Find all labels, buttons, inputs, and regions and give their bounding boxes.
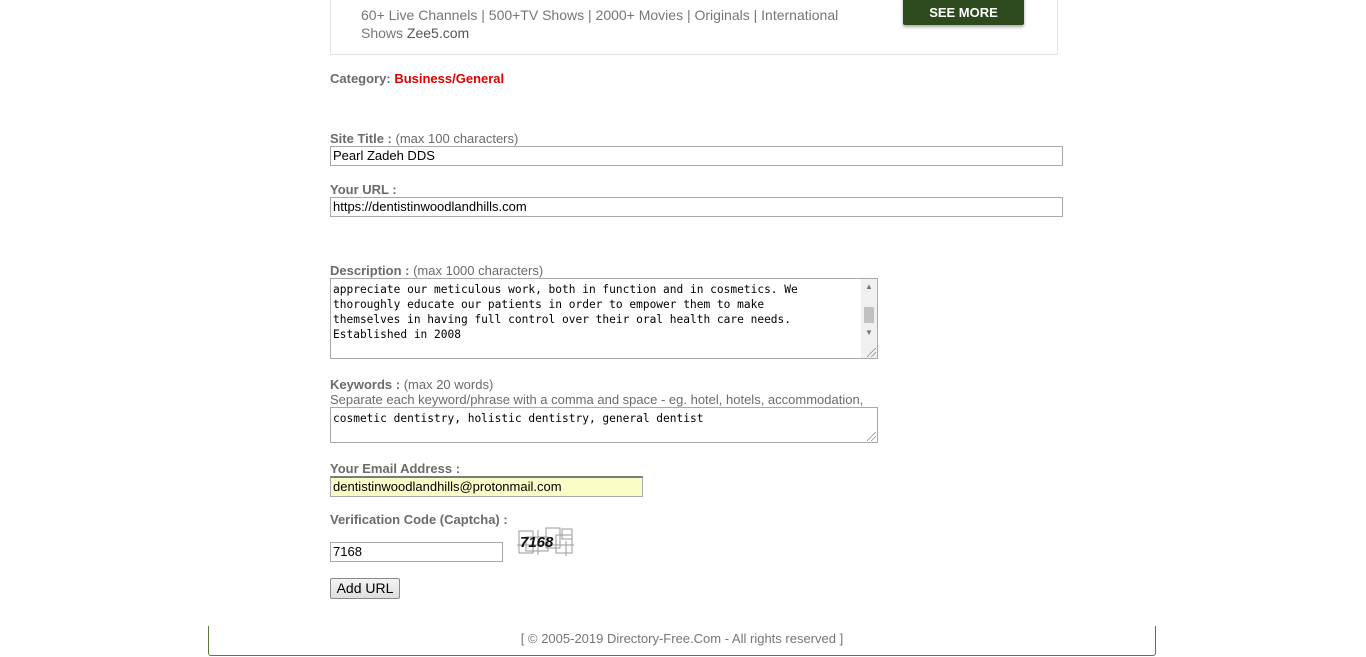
description-label-row: Description : (max 1000 characters) <box>330 263 543 278</box>
ad-description: 60+ Live Channels | 500+TV Shows | 2000+… <box>361 6 861 42</box>
description-hint: (max 1000 characters) <box>413 263 544 278</box>
email-label-row: Your Email Address : <box>330 461 460 476</box>
resize-grip-icon[interactable] <box>867 348 876 357</box>
description-label: Description : <box>330 263 410 278</box>
scroll-thumb[interactable] <box>864 307 874 323</box>
captcha-image: 7168 <box>516 527 576 557</box>
url-label: Your URL : <box>330 182 397 197</box>
page: 60+ Live Channels | 500+TV Shows | 2000+… <box>0 0 1366 657</box>
captcha-code-text: 7168 <box>520 534 554 551</box>
keywords-note: Separate each keyword/phrase with a comm… <box>330 392 864 407</box>
site-title-label: Site Title : <box>330 131 392 146</box>
see-more-button[interactable]: SEE MORE <box>903 0 1024 25</box>
category-row: Category: Business/General <box>330 71 504 86</box>
keywords-textarea[interactable]: cosmetic dentistry, holistic dentistry, … <box>330 407 878 443</box>
ad-domain: Zee5.com <box>406 25 470 41</box>
category-value: Business/General <box>394 71 505 86</box>
captcha-label-row: Verification Code (Captcha) : <box>330 512 508 527</box>
description-line: themselves in having full control over t… <box>333 313 792 326</box>
keywords-label: Keywords : <box>330 377 401 392</box>
site-title-hint: (max 100 characters) <box>395 131 519 146</box>
add-url-button[interactable]: Add URL <box>330 578 400 599</box>
keywords-label-row: Keywords : (max 20 words) <box>330 377 493 392</box>
footer-copyright: [ © 2005-2019 Directory-Free.Com - All r… <box>520 631 844 646</box>
category-label: Category: <box>330 71 391 86</box>
captcha-label: Verification Code (Captcha) : <box>330 512 508 527</box>
description-line: appreciate our meticulous work, both in … <box>333 283 798 296</box>
email-input[interactable]: dentistinwoodlandhills@protonmail.com <box>330 476 643 497</box>
site-title-input[interactable]: Pearl Zadeh DDS <box>330 146 1063 166</box>
captcha-input[interactable]: 7168 <box>330 542 503 562</box>
url-label-row: Your URL : <box>330 182 397 197</box>
keywords-value: cosmetic dentistry, holistic dentistry, … <box>333 412 704 425</box>
email-label: Your Email Address : <box>330 461 461 476</box>
resize-grip-icon[interactable] <box>867 432 876 441</box>
scroll-up-icon[interactable]: ▲ <box>861 279 877 295</box>
description-line: Established in 2008 <box>333 328 461 341</box>
description-line: thoroughly educate our patients in order… <box>333 298 765 311</box>
ad-banner[interactable]: 60+ Live Channels | 500+TV Shows | 2000+… <box>330 0 1058 55</box>
scroll-down-icon[interactable]: ▼ <box>861 325 877 341</box>
footer: [ © 2005-2019 Directory-Free.Com - All r… <box>208 626 1156 656</box>
site-title-label-row: Site Title : (max 100 characters) <box>330 131 518 146</box>
description-scrollbar[interactable]: ▲ ▼ <box>861 279 877 358</box>
url-input[interactable]: https://dentistinwoodlandhills.com <box>330 197 1063 217</box>
description-textarea[interactable]: appreciate our meticulous work, both in … <box>330 278 878 359</box>
keywords-hint: (max 20 words) <box>403 377 494 392</box>
